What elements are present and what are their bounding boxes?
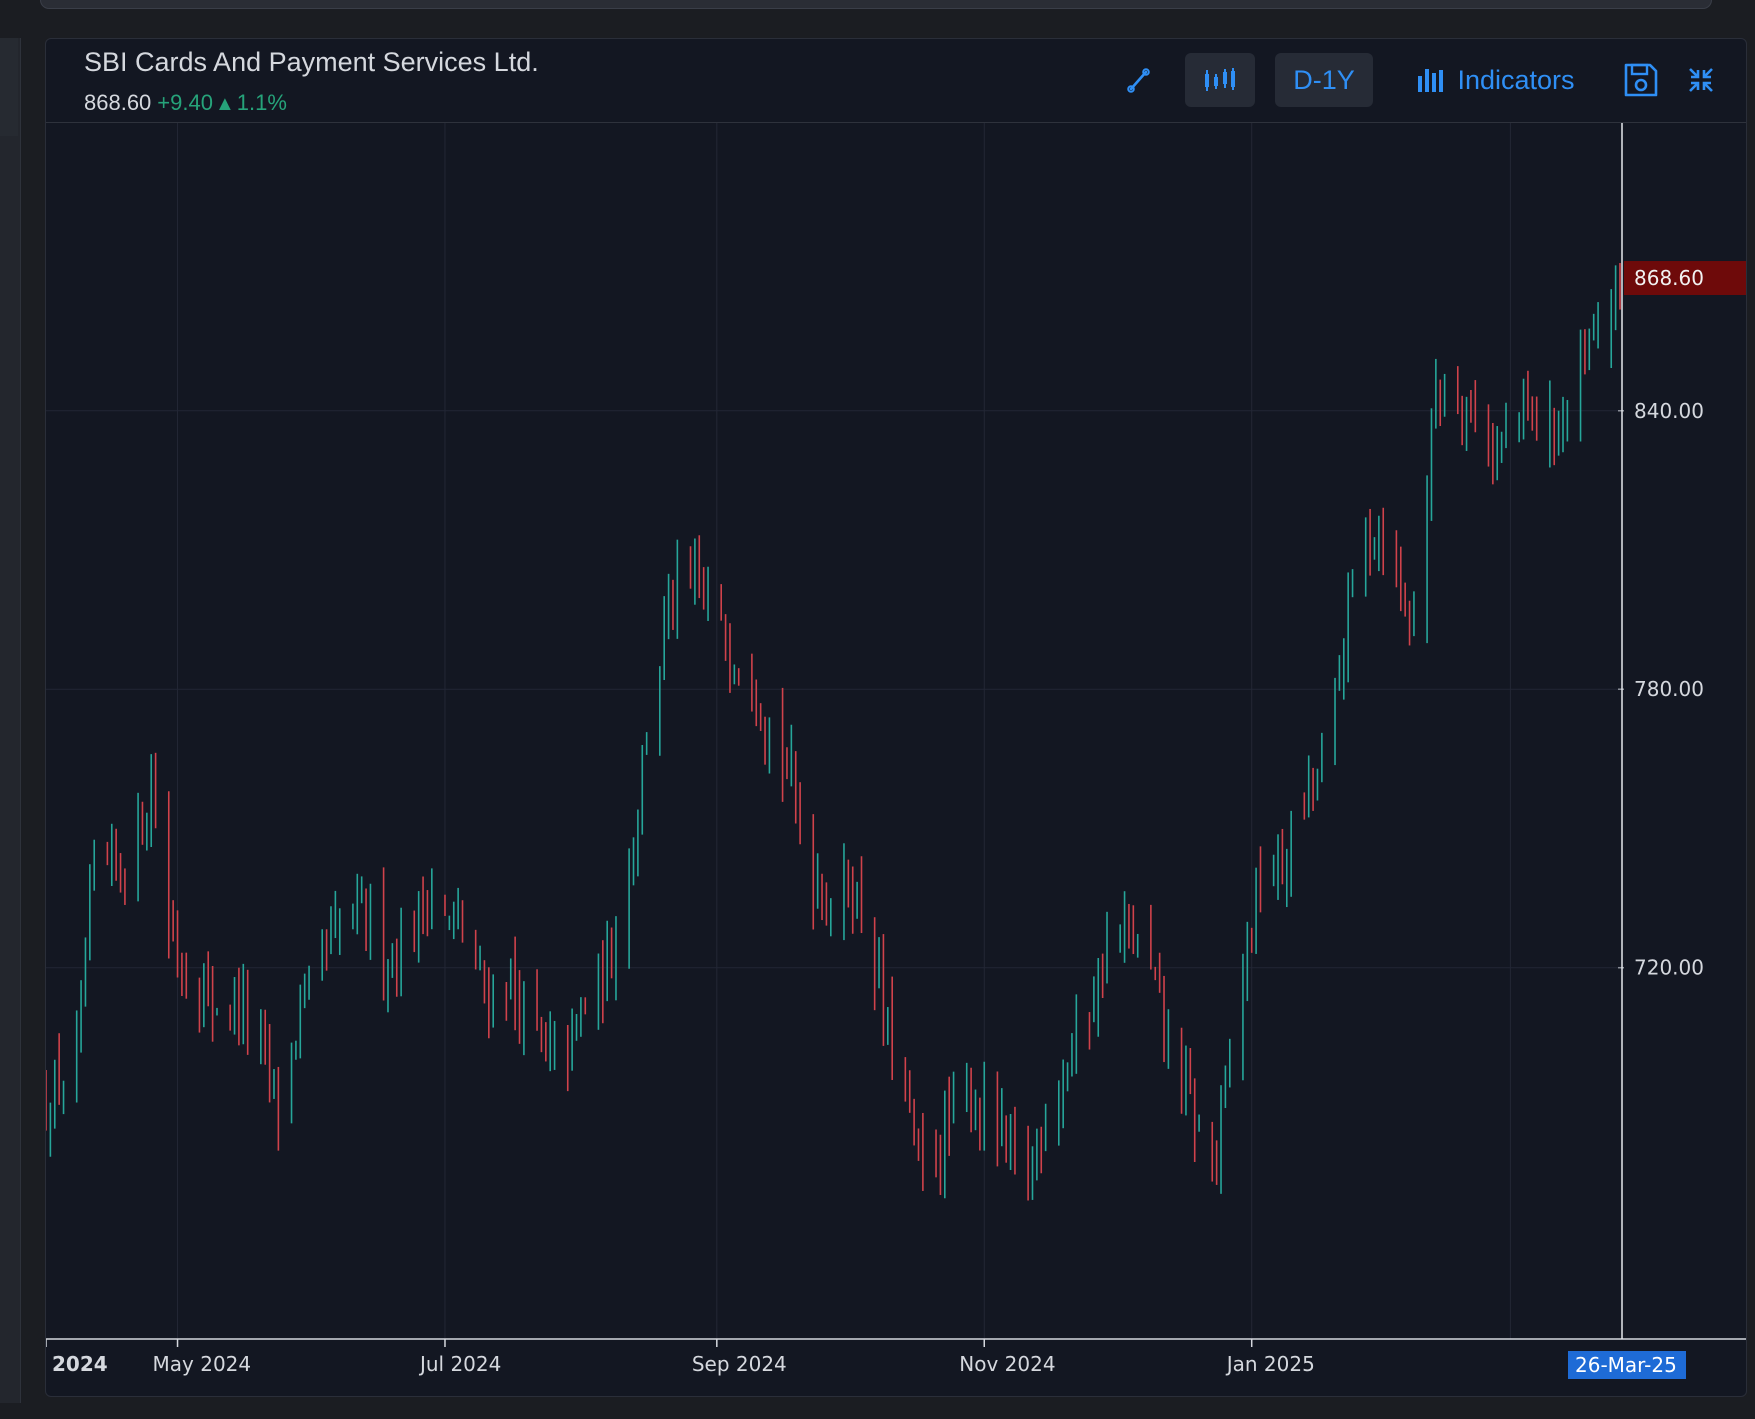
- x-tick-label: Sep 2024: [692, 1352, 787, 1376]
- x-tick-label: Nov 2024: [959, 1352, 1055, 1376]
- chart-panel: SBI Cards And Payment Services Ltd. 868.…: [45, 38, 1747, 1397]
- y-tick-label: 780.00: [1634, 677, 1704, 701]
- last-price-label: 868.60: [1634, 266, 1704, 290]
- left-side-panel-tab[interactable]: [0, 38, 18, 136]
- y-tick-label: 720.00: [1634, 956, 1704, 980]
- x-tick-label: 2024: [52, 1352, 108, 1376]
- left-side-panel: [0, 38, 21, 1403]
- top-toolbar-edge: [40, 0, 1712, 9]
- crosshair-date-label: 26-Mar-25: [1575, 1353, 1677, 1377]
- x-tick-label: May 2024: [153, 1352, 252, 1376]
- price-chart[interactable]: 720.00 780.00 840.00 2024 May 2024 Jul 2024 Se…: [46, 39, 1746, 1396]
- plot-area[interactable]: [46, 123, 1624, 1339]
- x-tick-label: Jul 2024: [418, 1352, 501, 1376]
- y-tick-label: 840.00: [1634, 399, 1704, 423]
- x-tick-label: Jan 2025: [1225, 1352, 1315, 1376]
